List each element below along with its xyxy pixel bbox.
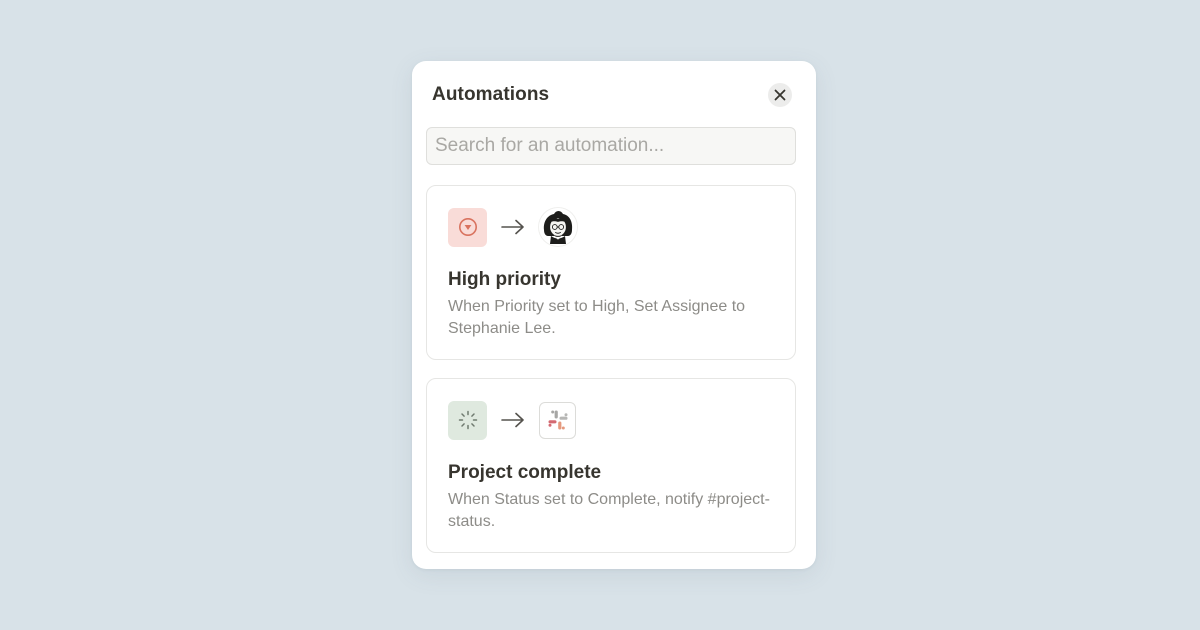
panel-header: Automations [432, 83, 792, 107]
close-icon [774, 89, 786, 101]
priority-icon [458, 218, 477, 236]
automation-card-high-priority[interactable]: High priority When Priority set to High,… [426, 185, 796, 360]
arrow-right-icon [501, 412, 525, 428]
status-icon [458, 410, 477, 430]
search-input[interactable] [426, 127, 796, 165]
automation-title: High priority [448, 269, 561, 290]
arrow-right-icon [501, 219, 525, 235]
priority-trigger [448, 207, 487, 247]
avatar-icon [539, 208, 577, 246]
automation-description: When Priority set to High, Set Assignee … [448, 298, 746, 337]
automation-icon-row [448, 207, 577, 247]
automations-panel: Automations Search for an automation... … [412, 61, 816, 569]
close-button[interactable] [768, 83, 792, 107]
automation-title: Project complete [448, 462, 602, 483]
automation-icon-row [448, 400, 576, 440]
status-trigger [448, 400, 487, 440]
automation-card-project-complete[interactable]: Project complete When Status set to Comp… [426, 378, 796, 553]
panel-title: Automations [432, 84, 550, 105]
automation-description: When Status set to Complete, notify #pro… [448, 491, 770, 530]
slack-icon [539, 401, 576, 439]
